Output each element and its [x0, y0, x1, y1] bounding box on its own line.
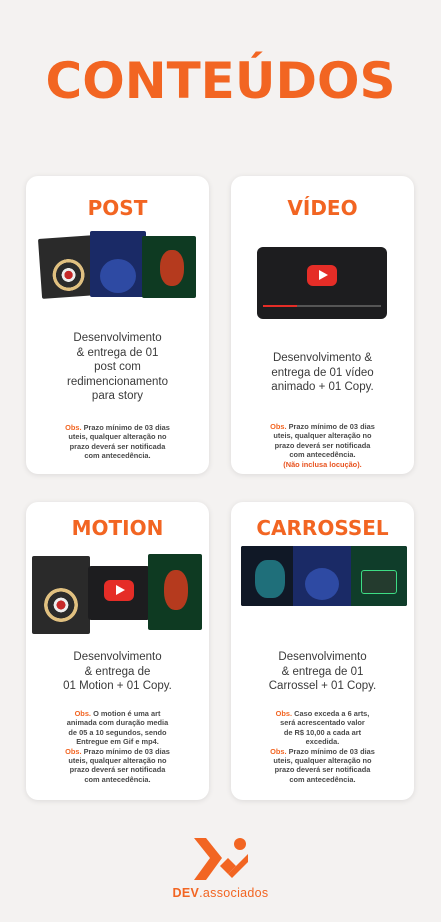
card-description: Desenvolvimento & entrega de 01 post com… [66, 332, 168, 402]
card-observation: Obs. Prazo mínimo de 03 dias uteis, qual… [245, 422, 400, 469]
page-title: CONTEÚDOS [45, 52, 396, 110]
card-video: VÍDEO Desenvolvimento & entrega de 01 ví… [231, 176, 414, 474]
thumb-dartboard [32, 556, 90, 634]
locucao-note: (Não inclusa locução). [283, 459, 362, 469]
card-post: POST Desenvolvimento & entrega de 01 pos… [26, 176, 209, 474]
video-player[interactable] [257, 247, 387, 319]
thumb-woman [142, 236, 196, 298]
card-title: VÍDEO [287, 196, 358, 220]
brand-name: DEV.associados [172, 886, 269, 900]
video-player[interactable] [88, 566, 150, 620]
carrossel-preview-image [241, 546, 407, 606]
card-title: POST [87, 196, 148, 220]
dev-associados-logo-icon [194, 838, 248, 880]
progress-bar-fill [263, 305, 297, 307]
thumb-woman [148, 554, 202, 630]
card-motion: MOTION Desenvolvimento & entrega de 01 M… [26, 502, 209, 800]
card-observation: Obs. O motion é uma art animada com dura… [65, 709, 170, 784]
card-observation: Obs. Prazo mínimo de 03 dias uteis, qual… [65, 423, 170, 461]
motion-preview-image [32, 552, 204, 636]
card-carrossel: CARROSSEL Desenvolvimento & entrega de 0… [231, 502, 414, 800]
thumb-power [90, 231, 146, 297]
post-preview-image [37, 231, 198, 299]
card-title: MOTION [71, 516, 164, 540]
card-observation: Obs. Caso exceda a 6 arts, será acrescen… [270, 709, 375, 784]
card-title: CARROSSEL [256, 516, 389, 540]
card-description: Desenvolvimento & entrega de 01 vídeo an… [271, 352, 374, 393]
card-description: Desenvolvimento & entrega de 01 Carrosse… [268, 651, 377, 692]
play-icon[interactable] [104, 580, 134, 601]
play-icon[interactable] [307, 265, 337, 286]
card-description: Desenvolvimento & entrega de 01 Motion +… [63, 651, 172, 692]
